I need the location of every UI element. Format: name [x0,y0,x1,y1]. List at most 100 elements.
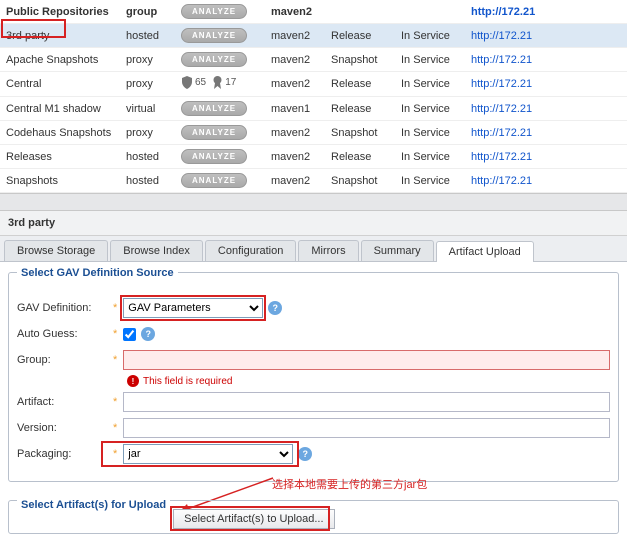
table-row[interactable]: 3rd partyhostedANALYZEmaven2ReleaseIn Se… [0,24,627,48]
cell-policy: Release [325,97,395,121]
tab-strip: Browse StorageBrowse IndexConfigurationM… [0,236,627,262]
tab-browse-index[interactable]: Browse Index [110,240,203,261]
tab-configuration[interactable]: Configuration [205,240,296,261]
col-status [395,0,465,24]
upload-fieldset: Select Artifact(s) for Upload Select Art… [8,500,619,534]
version-label: Version: [17,422,107,434]
tab-artifact-upload[interactable]: Artifact Upload [436,241,534,262]
col-type: group [120,0,175,24]
repo-url-link[interactable]: http://172.21 [471,54,532,66]
analyze-button[interactable]: ANALYZE [181,52,247,67]
tab-mirrors[interactable]: Mirrors [298,240,358,261]
repo-url-link[interactable]: http://172.21 [471,175,532,187]
table-row[interactable]: Codehaus Snapshotsproxy ANALYZE maven2Snap… [0,121,627,145]
required-star: * [113,422,117,434]
cell-health: 65 17 [175,72,265,97]
auto-guess-label: Auto Guess: [17,328,107,340]
cell-format: maven2 [265,121,325,145]
cell-url: http://172.21 [465,121,627,145]
repo-url-link[interactable]: http://172.21 [471,127,532,139]
cell-health: ANALYZE [175,121,265,145]
cell-format: maven2 [265,24,325,48]
gav-definition-label: GAV Definition: [17,302,107,314]
cell-health: ANALYZE [175,145,265,169]
required-star: * [113,396,117,408]
cell-format: maven2 [265,169,325,193]
analyze-button[interactable]: ANALYZE [181,125,247,140]
packaging-label: Packaging: [17,448,107,460]
gav-definition-select[interactable]: GAV Parameters [123,298,263,318]
cell-url: http://172.21 [465,24,627,48]
analyze-button[interactable]: ANALYZE [181,101,247,116]
analyze-button[interactable]: ANALYZE [181,28,247,43]
annotation-text: 选择本地需要上传的第三方jar包 [272,476,427,492]
group-label: Group: [17,354,107,366]
cell-status: In Service [395,72,465,97]
cell-format: maven2 [265,72,325,97]
auto-guess-checkbox[interactable] [123,328,136,341]
cell-name: Snapshots [0,169,120,193]
packaging-select[interactable]: jar [123,444,293,464]
help-icon[interactable]: ? [141,327,155,341]
tab-browse-storage[interactable]: Browse Storage [4,240,108,261]
artifact-input[interactable] [123,392,610,412]
panel-gap [0,193,627,211]
cell-name: Central [0,72,120,97]
table-row[interactable]: Apache Snapshotsproxy ANALYZE maven2Snapsh… [0,48,627,72]
cell-policy: Release [325,24,395,48]
analyze-button[interactable]: ANALYZE [181,149,247,164]
cell-type: proxy [120,121,175,145]
repo-url-link[interactable]: http://172.21 [471,103,532,115]
repo-url-link[interactable]: http://172.21 [471,30,532,42]
cell-name: Codehaus Snapshots [0,121,120,145]
cell-status: In Service [395,48,465,72]
repo-url-link[interactable]: http://172.21 [471,6,535,18]
col-health: ANALYZE [175,0,265,24]
cell-policy: Snapshot [325,121,395,145]
cell-type: virtual [120,97,175,121]
cell-name: Releases [0,145,120,169]
gav-fieldset: Select GAV Definition Source GAV Definit… [8,272,619,482]
table-row[interactable]: ReleaseshostedANALYZEmaven2ReleaseIn Ser… [0,145,627,169]
error-text: This field is required [143,376,232,387]
cell-health: ANALYZE [175,48,265,72]
cell-status: In Service [395,97,465,121]
repo-url-link[interactable]: http://172.21 [471,78,532,90]
required-star: * [113,302,117,314]
help-icon[interactable]: ? [268,301,282,315]
cell-format: maven1 [265,97,325,121]
cell-url: http://172.21 [465,72,627,97]
table-row[interactable]: Centralproxy65 17maven2ReleaseIn Service… [0,72,627,97]
cell-status: In Service [395,169,465,193]
panel-title: 3rd party [0,211,627,236]
analyze-button[interactable]: ANALYZE [181,173,247,188]
select-artifacts-button[interactable]: Select Artifact(s) to Upload... [173,509,334,529]
required-star: * [113,354,117,366]
repositories-table: Public Repositories group ANALYZE maven2… [0,0,627,193]
cell-name: Apache Snapshots [0,48,120,72]
tab-summary[interactable]: Summary [361,240,434,261]
col-format: maven2 [265,0,325,24]
col-name: Public Repositories [0,0,120,24]
group-error: ! This field is required [127,375,610,387]
cell-url: http://172.21 [465,169,627,193]
cell-type: hosted [120,169,175,193]
cell-status: In Service [395,24,465,48]
cell-policy: Snapshot [325,48,395,72]
error-icon: ! [127,375,139,387]
table-row[interactable]: SnapshotshostedANALYZEmaven2SnapshotIn S… [0,169,627,193]
version-input[interactable] [123,418,610,438]
cell-type: proxy [120,72,175,97]
repo-url-link[interactable]: http://172.21 [471,151,532,163]
cell-name: Central M1 shadow [0,97,120,121]
artifact-label: Artifact: [17,396,107,408]
cell-format: maven2 [265,48,325,72]
analyze-button[interactable]: ANALYZE [181,4,247,19]
group-input[interactable] [123,350,610,370]
col-policy [325,0,395,24]
cell-type: proxy [120,48,175,72]
cell-type: hosted [120,24,175,48]
help-icon[interactable]: ? [298,447,312,461]
cell-url: http://172.21 [465,48,627,72]
table-row[interactable]: Central M1 shadowvirtual ANALYZE maven1Rel… [0,97,627,121]
